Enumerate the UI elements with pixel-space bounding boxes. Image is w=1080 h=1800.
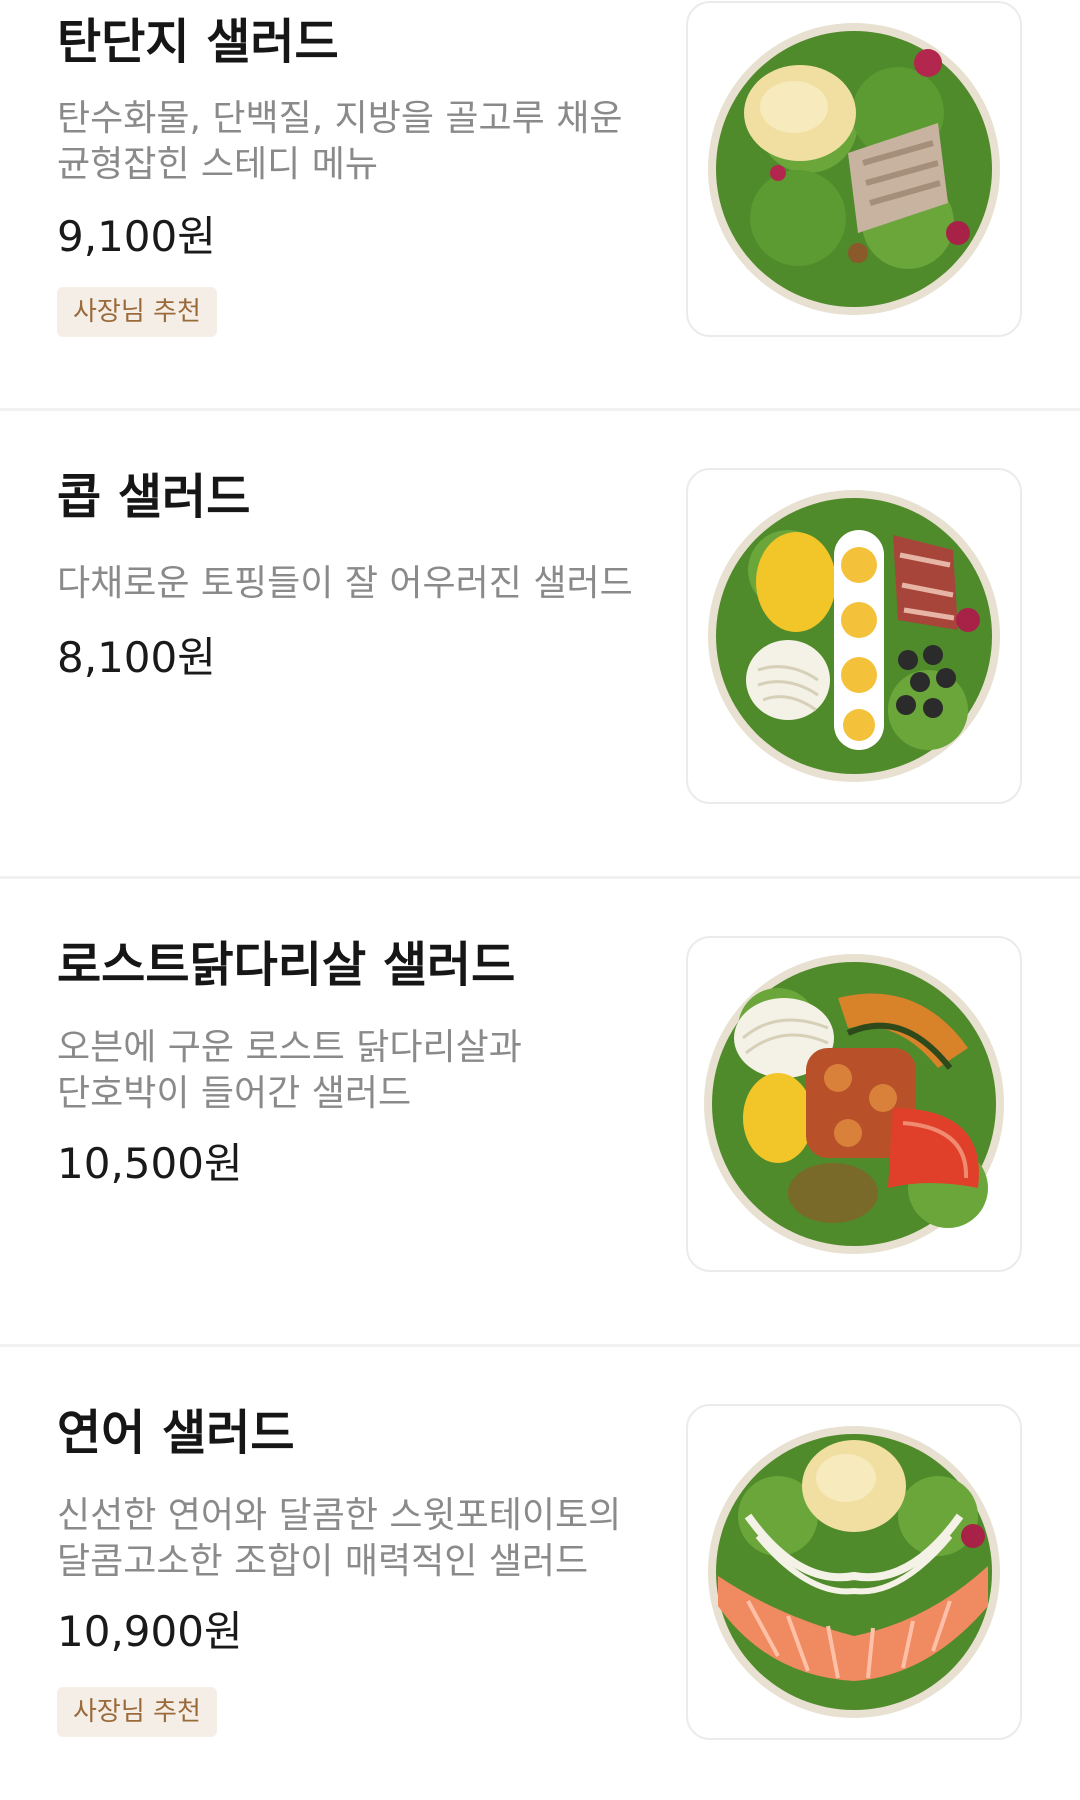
- menu-item-description-line: 단호박이 들어간 샐러드: [57, 1073, 412, 1114]
- menu-item-roast-chicken-salad[interactable]: 로스트닭다리살 샐러드 오븐에 구운 로스트 닭다리살과 단호박이 들어간 샐러…: [0, 879, 1080, 1287]
- menu-item-description-line: 달콤고소한 조합이 매력적인 샐러드: [57, 1541, 589, 1582]
- menu-list: 탄단지 샐러드 탄수화물, 단백질, 지방을 골고루 채운 균형잡힌 스테디 메…: [0, 0, 1080, 1800]
- menu-item-description: 신선한 연어와 달콤한 스윗포테이토의 달콤고소한 조합이 매력적인 샐러드: [57, 1493, 667, 1585]
- owner-recommend-badge: 사장님 추천: [57, 287, 217, 337]
- menu-item-description: 다채로운 토핑들이 잘 어우러진 샐러드: [57, 561, 667, 607]
- menu-item-photo: [686, 1404, 1022, 1740]
- menu-item-salmon-salad[interactable]: 연어 샐러드 신선한 연어와 달콤한 스윗포테이토의 달콤고소한 조합이 매력적…: [0, 1347, 1080, 1755]
- menu-item-photo: [686, 936, 1022, 1272]
- menu-item-photo: [686, 468, 1022, 804]
- menu-item-name: 로스트닭다리살 샐러드: [57, 937, 516, 993]
- menu-item-description-line: 탄수화물, 단백질, 지방을 골고루 채운: [57, 98, 623, 139]
- menu-item-description-line: 신선한 연어와 달콤한 스윗포테이토의: [57, 1495, 622, 1536]
- menu-item-description-line: 다채로운 토핑들이 잘 어우러진 샐러드: [57, 563, 633, 604]
- menu-item-description: 탄수화물, 단백질, 지방을 골고루 채운 균형잡힌 스테디 메뉴: [57, 96, 667, 188]
- salad-bowl-image: [708, 1426, 1000, 1718]
- salad-bowl-image: [708, 490, 1000, 782]
- menu-item-description-line: 균형잡힌 스테디 메뉴: [57, 144, 378, 185]
- menu-item-price: 8,100원: [57, 633, 216, 682]
- menu-item-tandanji-salad[interactable]: 탄단지 샐러드 탄수화물, 단백질, 지방을 골고루 채운 균형잡힌 스테디 메…: [0, 0, 1080, 408]
- menu-item-cobb-salad[interactable]: 콥 샐러드 다채로운 토핑들이 잘 어우러진 샐러드 8,100원: [0, 411, 1080, 819]
- salad-bowl-image: [708, 23, 1000, 315]
- menu-item-description-line: 오븐에 구운 로스트 닭다리살과: [57, 1027, 522, 1068]
- menu-item-price: 10,900원: [57, 1607, 243, 1656]
- menu-item-name: 탄단지 샐러드: [57, 14, 339, 70]
- menu-item-description: 오븐에 구운 로스트 닭다리살과 단호박이 들어간 샐러드: [57, 1025, 667, 1117]
- menu-item-photo: [686, 1, 1022, 337]
- menu-item-price: 9,100원: [57, 212, 216, 261]
- salad-bowl-image: [704, 954, 1004, 1254]
- menu-item-name: 연어 샐러드: [57, 1405, 295, 1461]
- menu-item-price: 10,500원: [57, 1139, 243, 1188]
- menu-item-name: 콥 샐러드: [57, 469, 251, 525]
- owner-recommend-badge: 사장님 추천: [57, 1687, 217, 1737]
